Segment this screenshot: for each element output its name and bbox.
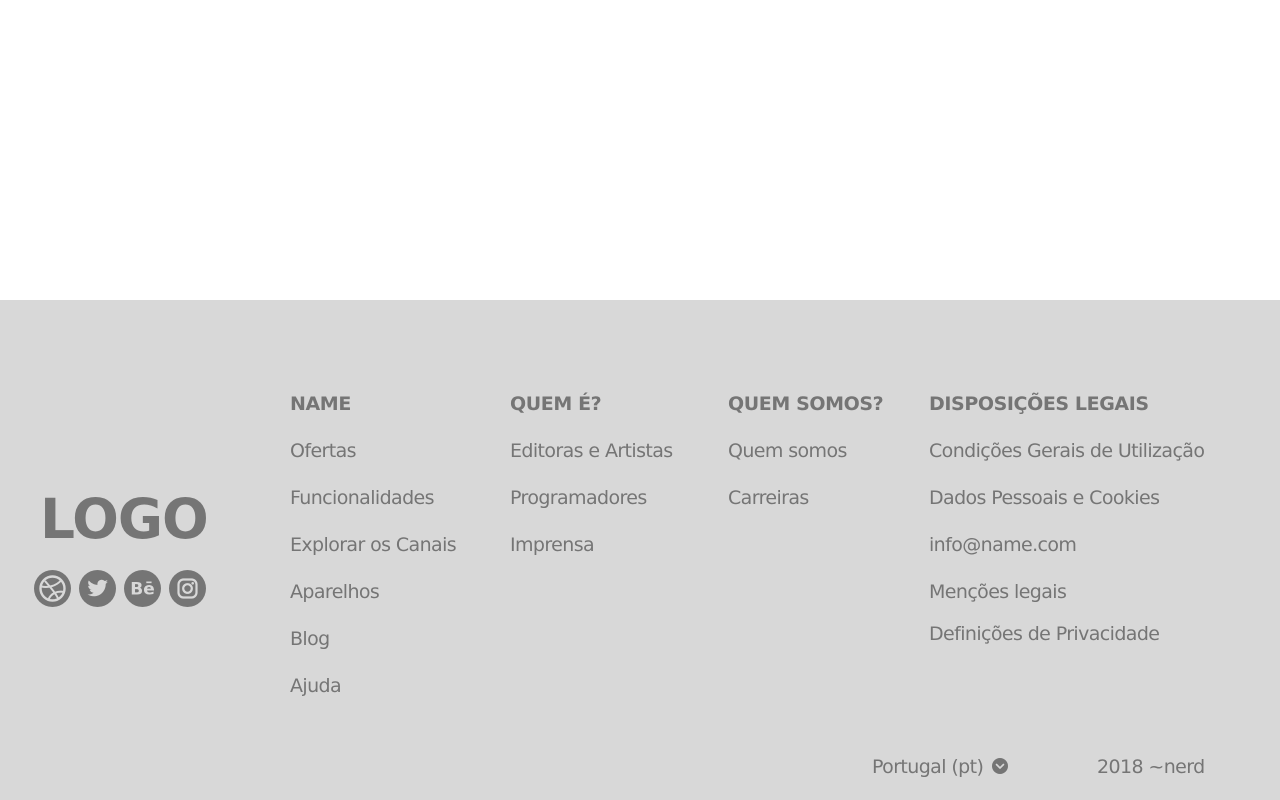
- link-aparelhos[interactable]: Aparelhos: [290, 580, 456, 627]
- link-quem-somos[interactable]: Quem somos: [728, 439, 883, 486]
- column-heading: NAME: [290, 393, 351, 415]
- link-list: Editoras e Artistas Programadores Impren…: [510, 439, 673, 580]
- link-mencoes-legais[interactable]: Menções legais: [929, 580, 1204, 622]
- behance-icon[interactable]: Bē: [124, 570, 161, 607]
- footer-column-name: NAME Ofertas Funcionalidades Explorar os…: [290, 392, 457, 721]
- language-selector[interactable]: Portugal (pt): [872, 755, 1009, 779]
- column-heading: QUEM SOMOS?: [728, 393, 884, 415]
- link-list: Quem somos Carreiras: [728, 439, 883, 533]
- column-heading: DISPOSIÇÕES LEGAIS: [929, 393, 1149, 415]
- page-content-area: [0, 0, 1280, 300]
- link-condicoes-gerais[interactable]: Condições Gerais de Utilização: [929, 439, 1205, 486]
- column-heading: QUEM É?: [510, 393, 602, 415]
- footer-column-legal: DISPOSIÇÕES LEGAIS Condições Gerais de U…: [929, 392, 1205, 669]
- link-list: Ofertas Funcionalidades Explorar os Cana…: [290, 439, 457, 721]
- chevron-down-icon: [992, 758, 1009, 774]
- link-ajuda[interactable]: Ajuda: [290, 674, 456, 721]
- logo[interactable]: LOGO: [40, 486, 209, 552]
- link-privacidade[interactable]: Definições de Privacidade: [929, 622, 1204, 669]
- copyright: 2018 ~nerd: [1097, 756, 1205, 778]
- social-links: Bē: [34, 570, 214, 607]
- site-footer: LOGO Bē NAME Ofertas Funcionalidades Exp…: [0, 300, 1280, 800]
- link-explorar-canais[interactable]: Explorar os Canais: [290, 533, 457, 580]
- language-label: Portugal (pt): [872, 756, 984, 778]
- link-funcionalidades[interactable]: Funcionalidades: [290, 486, 456, 533]
- link-programadores[interactable]: Programadores: [510, 486, 673, 533]
- dribbble-icon[interactable]: [34, 570, 71, 607]
- link-carreiras[interactable]: Carreiras: [728, 486, 883, 533]
- instagram-icon[interactable]: [169, 570, 206, 607]
- link-editoras-artistas[interactable]: Editoras e Artistas: [510, 439, 673, 486]
- link-dados-pessoais[interactable]: Dados Pessoais e Cookies: [929, 486, 1204, 533]
- link-imprensa[interactable]: Imprensa: [510, 533, 673, 580]
- link-blog[interactable]: Blog: [290, 627, 456, 674]
- link-list: Condições Gerais de Utilização Dados Pes…: [929, 439, 1205, 669]
- footer-column-quem-e: QUEM É? Editoras e Artistas Programadore…: [510, 392, 673, 580]
- link-ofertas[interactable]: Ofertas: [290, 439, 456, 486]
- svg-text:Bē: Bē: [130, 580, 155, 600]
- twitter-icon[interactable]: [79, 570, 116, 607]
- footer-column-quem-somos: QUEM SOMOS? Quem somos Carreiras: [728, 392, 884, 533]
- link-email[interactable]: info@name.com: [929, 533, 1204, 580]
